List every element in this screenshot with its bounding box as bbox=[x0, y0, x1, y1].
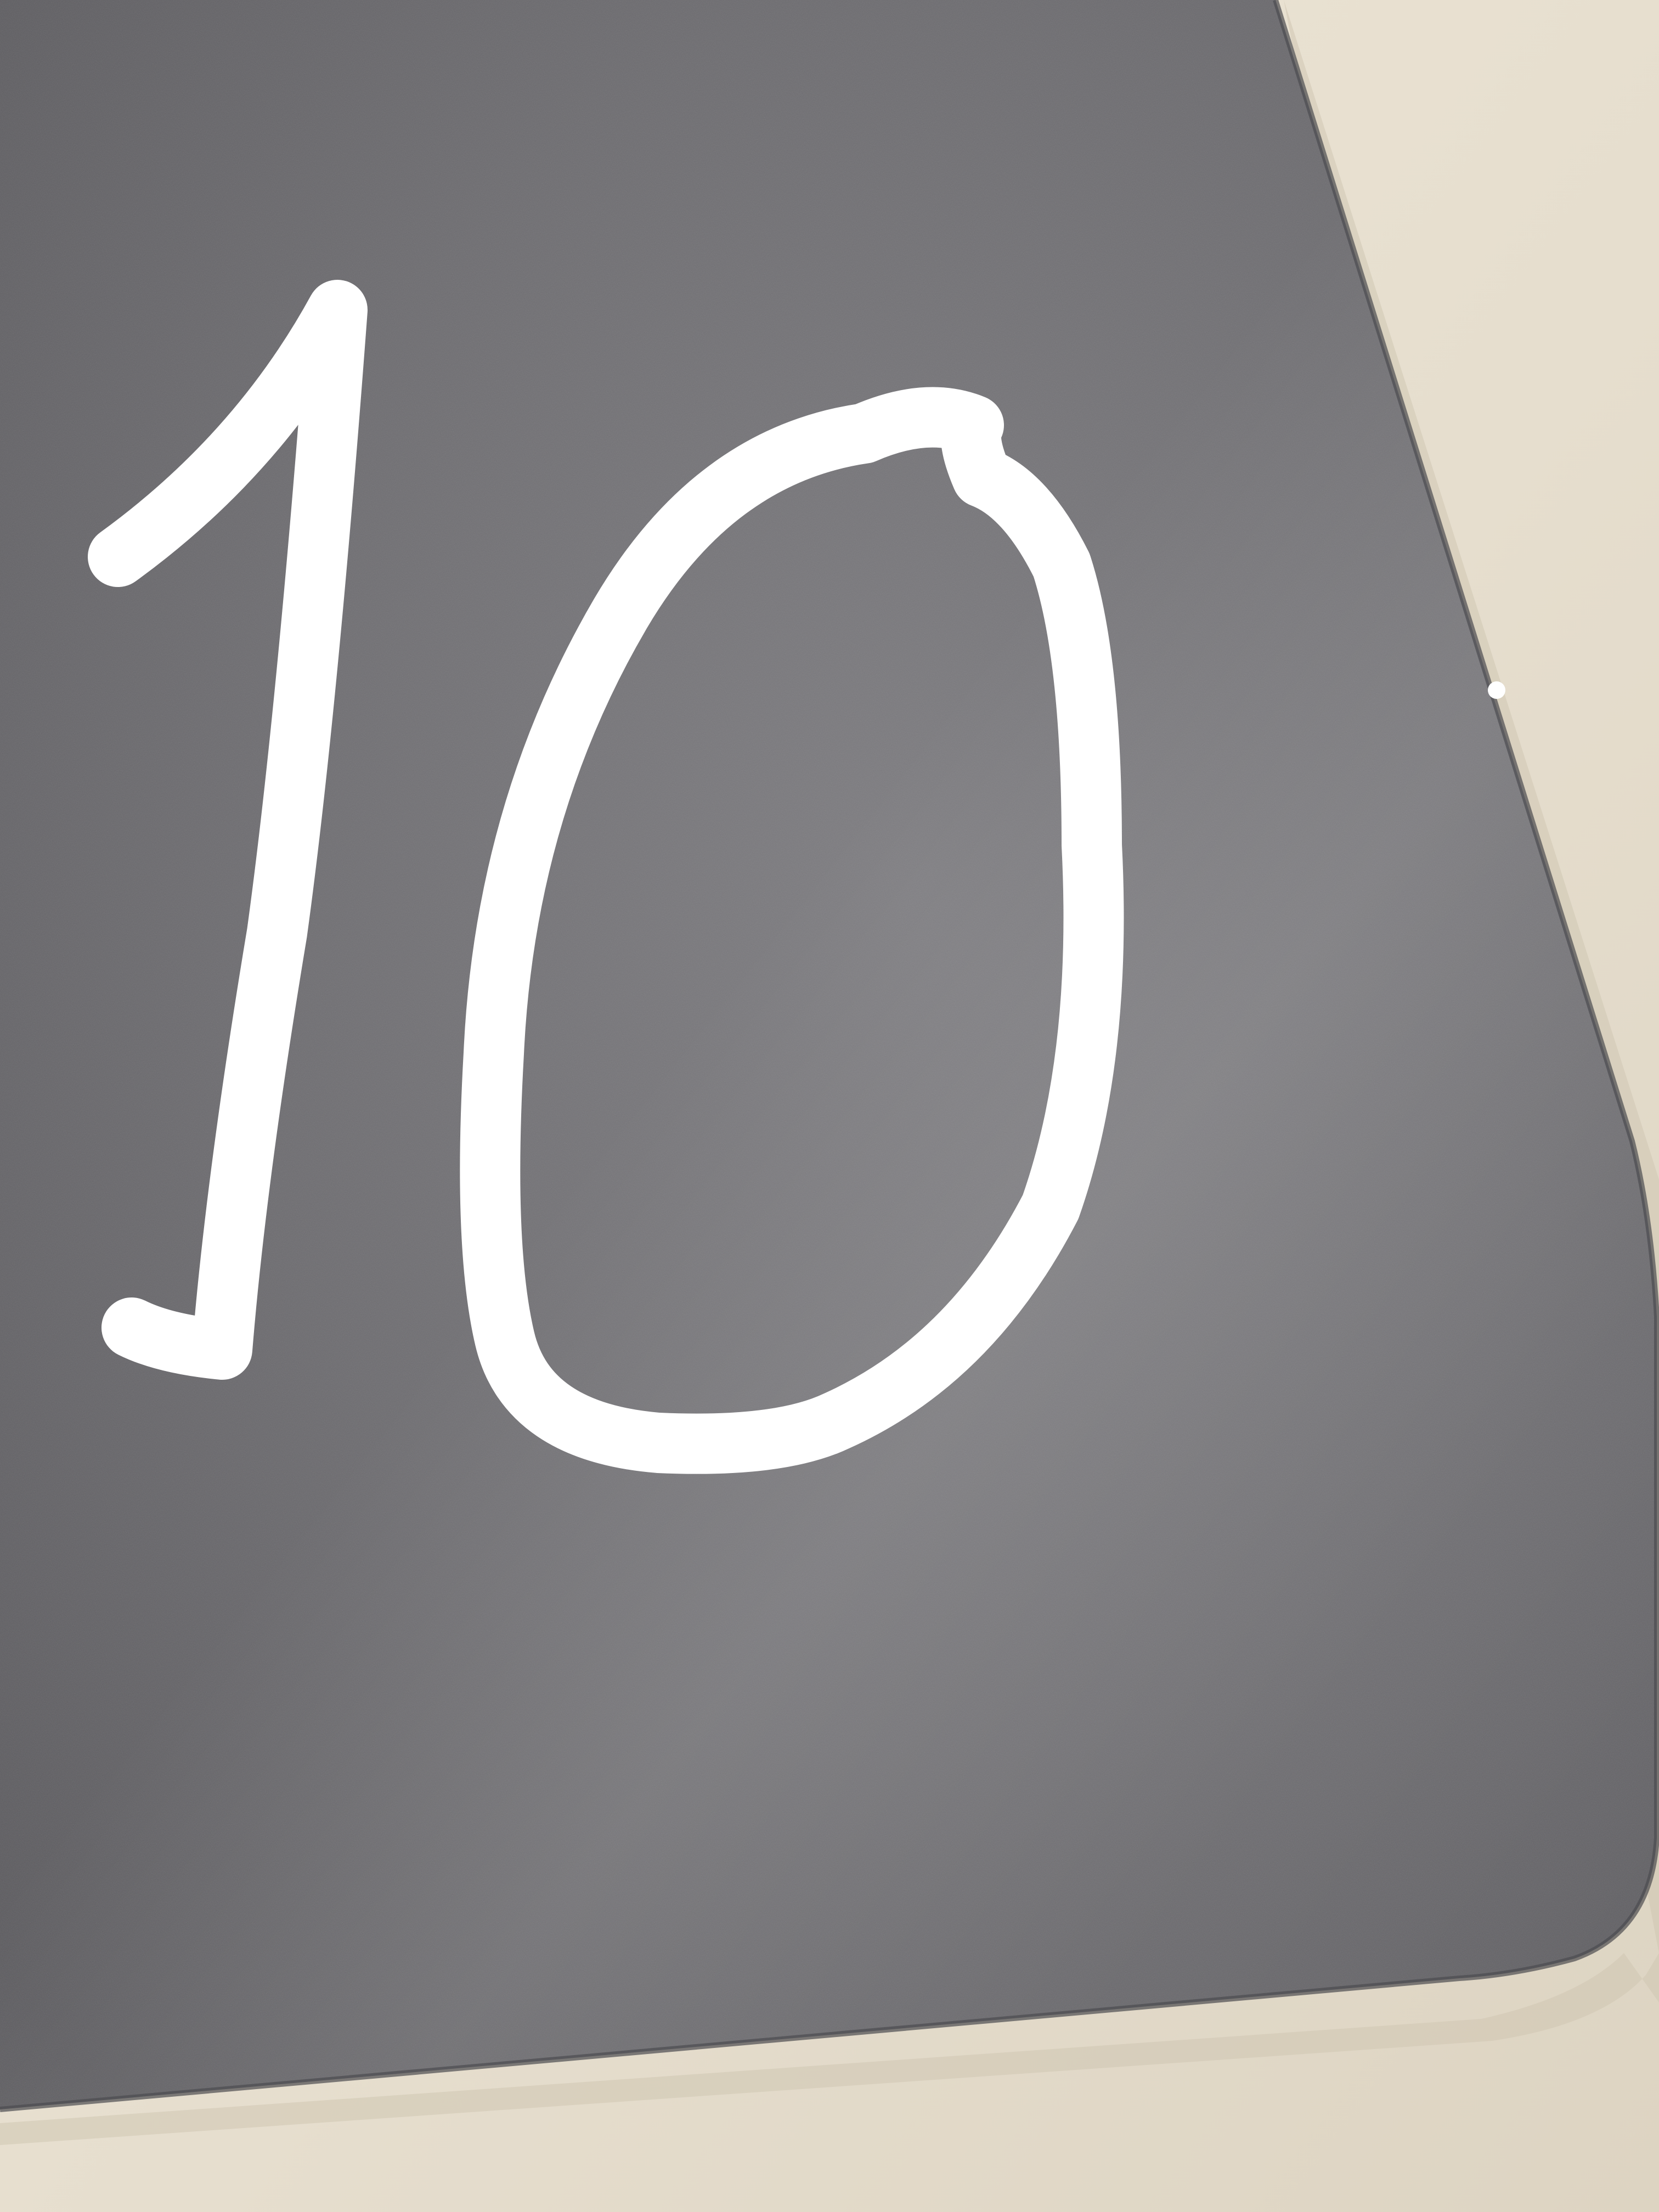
speck bbox=[1488, 681, 1505, 699]
photo-svg bbox=[0, 0, 1659, 2212]
photo-scene: 10 bbox=[0, 0, 1659, 2212]
